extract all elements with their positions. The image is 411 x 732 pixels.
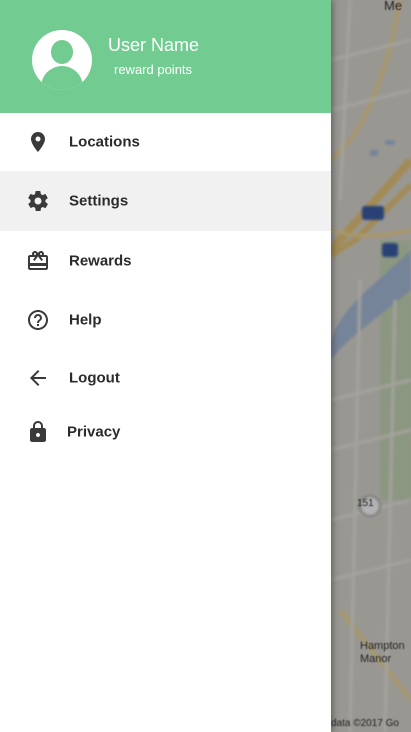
avatar-body-shape <box>41 66 83 90</box>
gear-icon <box>28 191 48 211</box>
avatar[interactable] <box>32 30 92 90</box>
menu-item-label: Logout <box>69 369 120 386</box>
lock-icon <box>30 421 46 442</box>
menu-item-rewards[interactable]: Rewards <box>0 231 331 290</box>
gift-card-icon <box>28 250 48 270</box>
avatar-head-shape <box>51 40 73 64</box>
menu-item-label: Privacy <box>67 423 121 441</box>
navigation-drawer: User Name reward points Locations Settin… <box>0 0 331 732</box>
arrow-left-icon <box>30 369 46 386</box>
menu-item-locations[interactable]: Locations <box>0 113 331 171</box>
menu-item-label: Rewards <box>69 252 132 269</box>
menu-item-privacy[interactable]: Privacy <box>0 405 331 459</box>
menu-item-logout[interactable]: Logout <box>0 350 331 405</box>
drawer-header: User Name reward points <box>0 0 331 113</box>
menu-item-label: Help <box>69 311 102 329</box>
location-pin-icon <box>31 132 45 152</box>
drawer-menu: Locations Settings Rewards Help Logout P… <box>0 113 331 459</box>
reward-points: reward points <box>114 62 193 77</box>
menu-item-label: Settings <box>69 192 129 210</box>
help-circle-icon <box>28 310 48 330</box>
menu-item-help[interactable]: Help <box>0 290 331 350</box>
menu-item-label: Locations <box>69 133 140 151</box>
user-name: User Name <box>108 35 200 55</box>
menu-item-settings[interactable]: Settings <box>0 171 331 231</box>
